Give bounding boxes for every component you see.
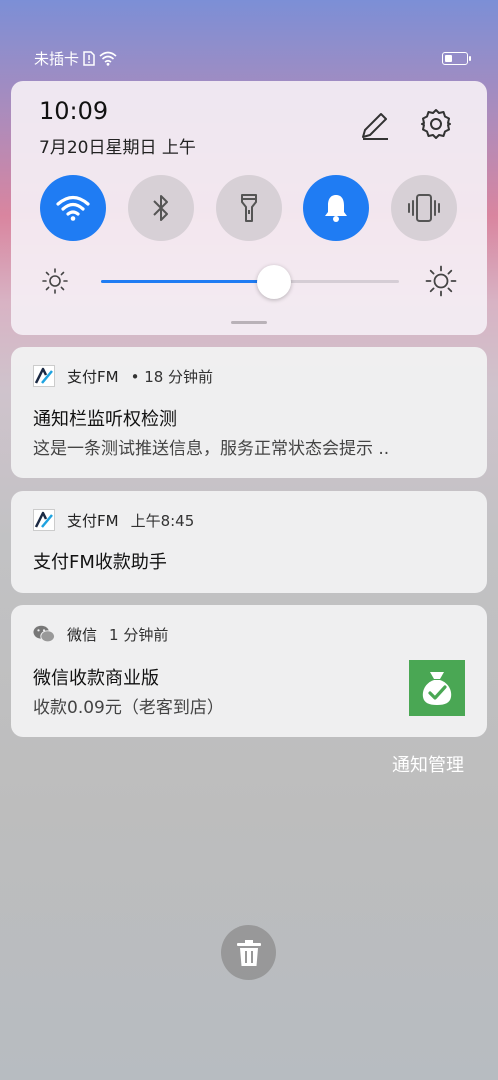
zhifufm-app-icon [33,509,55,531]
notification-card[interactable]: 支付FM 上午8:45 支付FM收款助手 [11,491,487,593]
notification-header: 微信 1 分钟前 [33,623,168,645]
wifi-icon [56,195,90,221]
quick-settings-panel: 10:09 7月20日星期日 上午 [11,81,487,335]
zhifufm-app-icon [33,365,55,387]
notification-body: 这是一条测试推送信息，服务正常状态会提示 .. [33,439,390,459]
notification-card[interactable]: 支付FM • 18 分钟前 通知栏监听权检测 这是一条测试推送信息，服务正常状态… [11,347,487,478]
vibrate-toggle[interactable] [391,175,457,241]
bell-icon [325,195,348,222]
brightness-control [41,263,457,299]
clock-date: 7月20日星期日 上午 [39,138,196,158]
notification-manage-link[interactable]: 通知管理 [392,751,464,777]
brightness-slider[interactable] [101,265,399,299]
notification-time: 上午8:45 [130,511,195,530]
sound-toggle[interactable] [303,175,370,241]
panel-drag-handle[interactable] [231,321,267,324]
notification-header: 支付FM • 18 分钟前 [33,365,213,387]
bluetooth-icon [153,195,168,221]
notification-app-name: 支付FM [67,511,119,530]
status-left: 未插卡 [34,48,117,69]
notification-card[interactable]: 微信 1 分钟前 微信收款商业版 收款0.09元（老客到店） [11,605,487,737]
notification-app-name: 微信 [67,625,98,644]
wifi-toggle[interactable] [40,175,106,241]
trash-icon [236,939,261,966]
settings-gear-icon[interactable] [419,107,453,141]
brightness-high-icon [425,265,457,297]
flashlight-icon [240,194,257,222]
edit-pencil-icon[interactable] [359,109,391,141]
bluetooth-toggle[interactable] [127,175,194,241]
battery-fill [445,54,452,62]
notification-title: 微信收款商业版 [33,668,159,689]
brightness-low-icon [42,268,68,294]
sim-alert-icon [83,50,95,66]
wechat-app-icon [33,623,55,645]
notification-time: • 18 分钟前 [130,367,214,386]
notification-title: 通知栏监听权检测 [33,409,177,430]
notification-header: 支付FM 上午8:45 [33,509,194,531]
flashlight-toggle[interactable] [215,175,282,241]
battery-icon [442,51,471,65]
notification-app-name: 支付FM [67,367,119,386]
notification-title: 支付FM收款助手 [33,552,167,573]
vibrate-icon [408,194,440,222]
notification-body: 收款0.09元（老客到店） [33,698,224,718]
brightness-slider-fill [101,280,274,283]
clock-time: 10:09 [39,97,109,125]
quick-toggles [40,175,457,241]
clear-all-button[interactable] [221,925,276,980]
brightness-slider-thumb[interactable] [256,265,291,299]
money-bag-icon [409,660,465,716]
status-bar: 未插卡 [34,44,471,72]
carrier-label: 未插卡 [34,49,80,68]
notification-time: 1 分钟前 [109,625,169,644]
wifi-status-icon [99,51,117,66]
